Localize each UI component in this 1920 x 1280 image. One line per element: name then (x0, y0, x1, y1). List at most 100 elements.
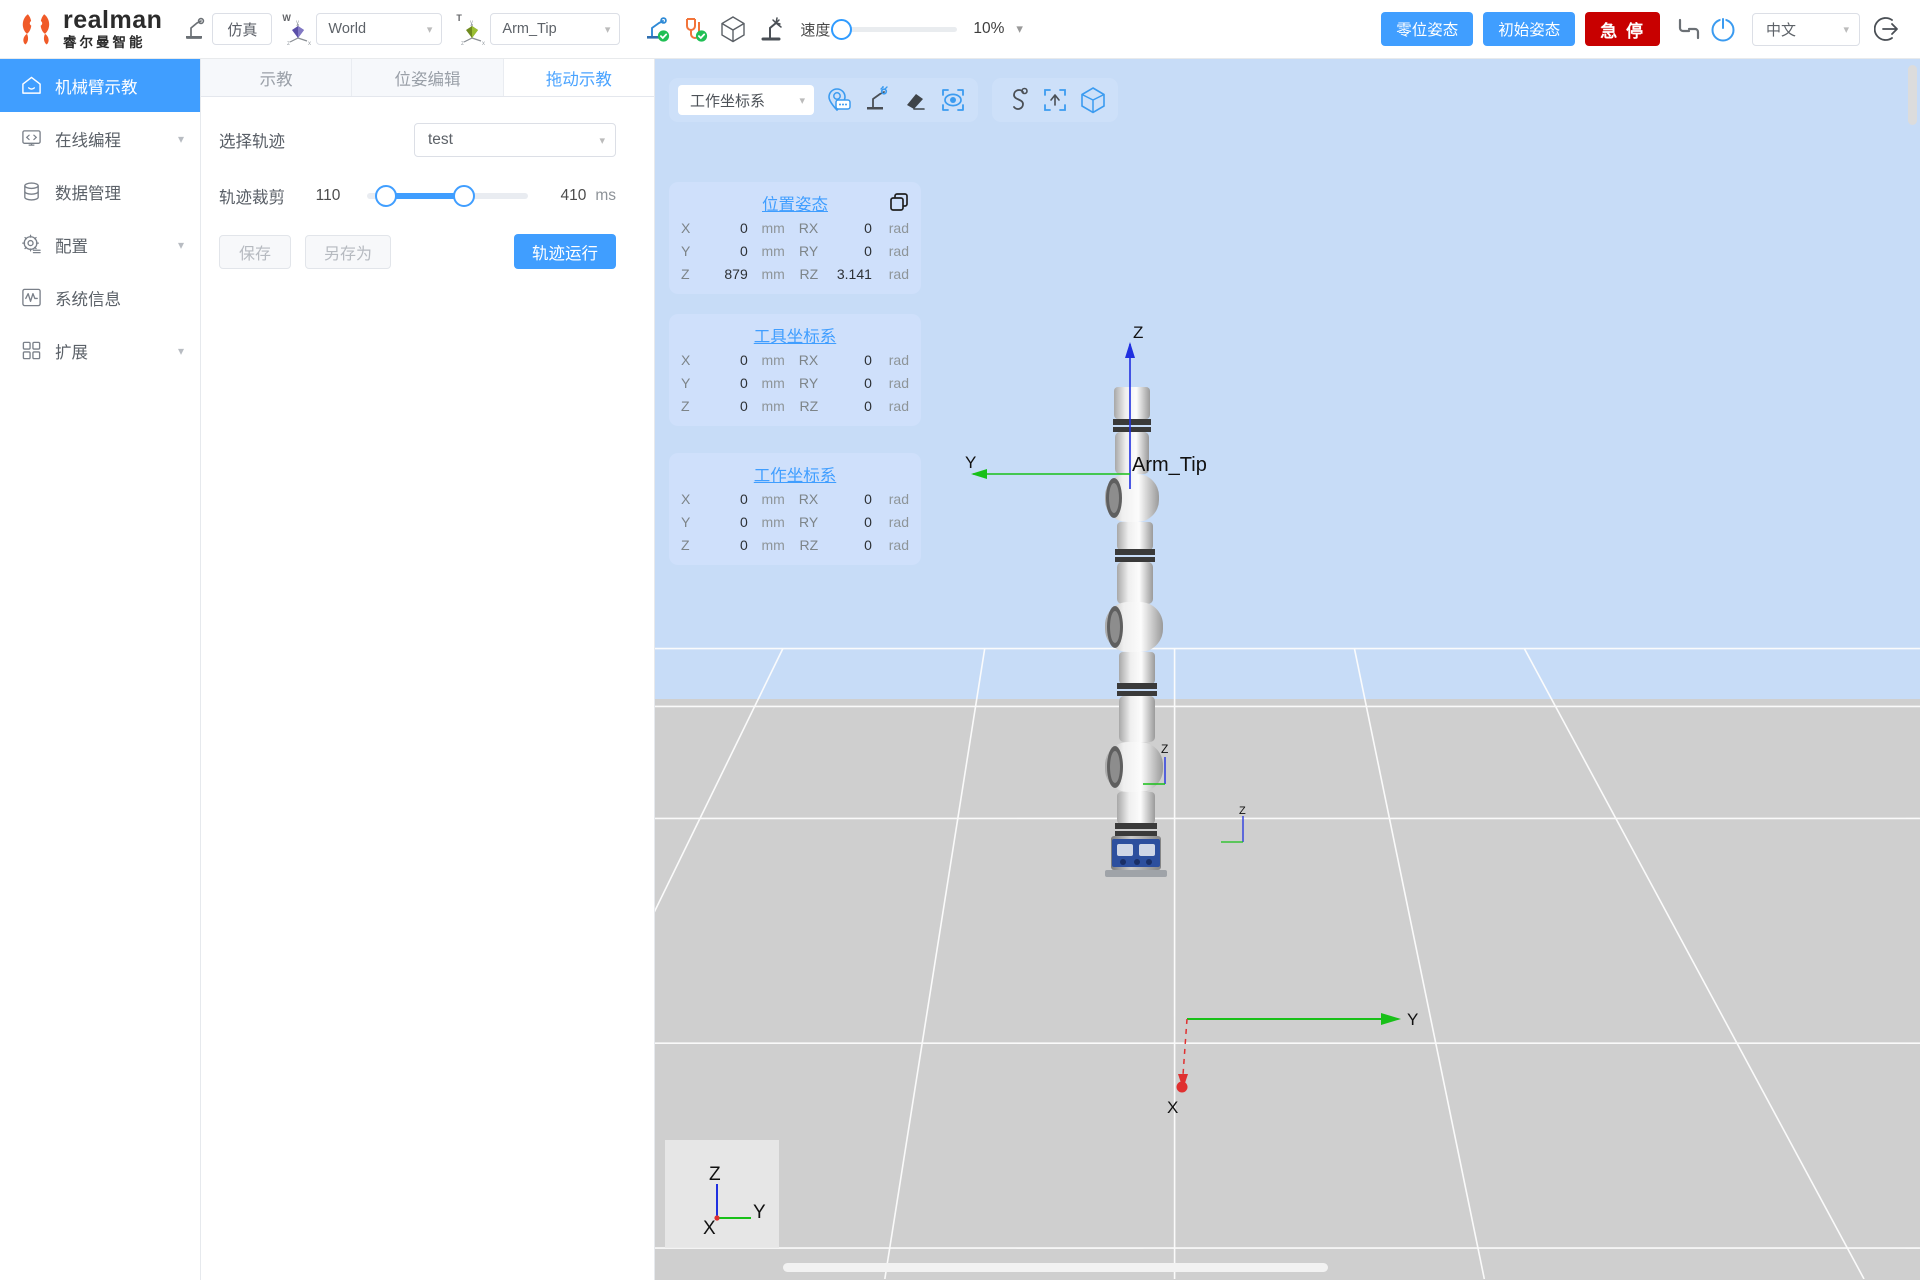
pose-card-position: 位置姿态 X 0 mm RX 0 rad Y 0 mm RY 0 rad Z 8… (669, 182, 921, 294)
card-title[interactable]: 工具坐标系 (754, 323, 837, 347)
logout-icon[interactable] (1872, 12, 1906, 46)
axis-value: 0 (739, 537, 748, 553)
chevron-down-icon: ▾ (426, 23, 433, 36)
coordinate-info-icon[interactable] (823, 84, 855, 116)
sidebar-item-label: 机械臂示教 (55, 78, 138, 97)
rot-label: RZ (799, 537, 819, 553)
viewport-horizontal-scrollbar[interactable] (783, 1263, 1898, 1272)
tool-axis-icon: T y z x (456, 12, 486, 46)
card-header: 工作坐标系 (681, 462, 909, 486)
focus-eye-icon[interactable] (937, 84, 969, 116)
rot-unit: rad (888, 491, 909, 507)
save-as-button[interactable]: 另存为 (305, 234, 392, 269)
axis-label: Z (681, 537, 690, 553)
world-frame-select[interactable]: World ▾ (316, 13, 443, 45)
collision-icon[interactable] (754, 12, 788, 46)
save-button[interactable]: 保存 (219, 234, 291, 269)
cable-connected-icon[interactable] (678, 12, 712, 46)
tcp-axis-gizmo: Z Y (965, 324, 1143, 489)
status-icon-group (640, 12, 788, 46)
copy-icon[interactable] (889, 192, 909, 217)
svg-text:Z: Z (1133, 324, 1143, 342)
language-select[interactable]: 中文 ▾ (1752, 12, 1860, 46)
viewport-view-group (992, 78, 1118, 122)
trajectory-select[interactable]: test ▾ (414, 123, 616, 157)
robot-arm-icon[interactable] (178, 12, 212, 46)
fit-view-icon[interactable] (1039, 84, 1071, 116)
rot-unit: rad (888, 243, 909, 259)
joint-axis-marker-2: Z (1221, 805, 1246, 843)
svg-text:Y: Y (753, 1202, 766, 1223)
run-trajectory-button[interactable]: 轨迹运行 (514, 234, 616, 269)
scrollbar-thumb[interactable] (1908, 65, 1917, 125)
coord-row: X 0 mm RX 0 rad (681, 218, 909, 238)
simulation-mode-button[interactable]: 仿真 (212, 13, 273, 45)
viewport-frame-select[interactable]: 工作坐标系 ▾ (678, 85, 814, 115)
tab-teach[interactable]: 示教 (201, 59, 353, 96)
coord-row: Z 0 mm RZ 0 rad (681, 396, 909, 416)
trim-max-value: 410 (560, 187, 587, 204)
rot-label: RY (798, 514, 819, 530)
sidebar: 机械臂示教 在线编程 ▾ 数据管理 配置 ▾ 系统信息 扩展 ▾ (0, 59, 201, 1280)
axis-unit: mm (761, 220, 785, 236)
axis-label: X (681, 491, 691, 507)
trajectory-label: 选择轨迹 (219, 133, 285, 151)
trajectory-value: test (428, 131, 453, 148)
rot-label: RZ (799, 266, 819, 282)
tool-frame-group: T y z x Arm_Tip ▾ (456, 12, 628, 46)
rot-value: 0 (864, 243, 872, 259)
axis-value: 0 (739, 375, 748, 391)
svg-text:Z: Z (1239, 805, 1246, 817)
tcp-label: Arm_Tip (1132, 454, 1207, 476)
coord-row: Y 0 mm RY 0 rad (681, 373, 909, 393)
tool-frame-select[interactable]: Arm_Tip ▾ (490, 13, 621, 45)
rot-value: 0 (864, 491, 872, 507)
eraser-icon[interactable] (899, 84, 931, 116)
sidebar-item-data-management[interactable]: 数据管理 (0, 165, 200, 218)
trim-range-slider[interactable] (367, 185, 529, 207)
sidebar-item-extensions[interactable]: 扩展 ▾ (0, 324, 200, 377)
sidebar-item-configuration[interactable]: 配置 ▾ (0, 218, 200, 271)
scrollbar-thumb[interactable] (783, 1263, 1328, 1272)
tab-pose-edit[interactable]: 位姿编辑 (352, 59, 504, 96)
tab-drag-teach[interactable]: 拖动示教 (503, 59, 654, 96)
sidebar-item-system-info[interactable]: 系统信息 (0, 271, 200, 324)
viewport-vertical-scrollbar[interactable] (1908, 65, 1917, 1250)
navigation-axis-widget[interactable]: Z Y X (665, 1140, 779, 1248)
emergency-stop-button[interactable]: 急 停 (1585, 12, 1660, 46)
chevron-down-icon: ▾ (177, 237, 184, 252)
svg-text:Y: Y (1407, 1010, 1418, 1029)
chevron-down-icon: ▾ (604, 23, 611, 36)
robot-model-icon[interactable] (861, 84, 893, 116)
view-cube-icon[interactable] (1077, 84, 1109, 116)
axis-unit: mm (761, 537, 785, 553)
joint-icon[interactable] (1672, 12, 1706, 46)
arm-connected-icon[interactable] (640, 12, 674, 46)
sidebar-item-online-programming[interactable]: 在线编程 ▾ (0, 112, 200, 165)
sidebar-item-robot-teach[interactable]: 机械臂示教 (0, 59, 200, 112)
trajectory-path-icon[interactable] (1001, 84, 1033, 116)
zero-pose-button[interactable]: 零位姿态 (1381, 12, 1474, 46)
svg-text:y: y (470, 20, 473, 26)
speed-slider[interactable] (831, 18, 958, 40)
trim-range-handle-min[interactable] (375, 185, 398, 207)
chevron-down-icon: ▾ (177, 343, 184, 358)
axis-value: 0 (739, 491, 748, 507)
home-icon (20, 75, 42, 97)
card-title[interactable]: 位置姿态 (762, 191, 828, 215)
panel-tabs: 示教 位姿编辑 拖动示教 (201, 59, 654, 97)
power-icon[interactable] (1706, 12, 1740, 46)
cube-icon[interactable] (716, 12, 750, 46)
axis-value: 0 (739, 398, 748, 414)
trim-range-handle-max[interactable] (452, 185, 475, 207)
robot-3d-viewport[interactable]: Z Y Arm_Tip Z Z Y X 工作坐标系 ▾ 位置姿态 X 0 mm … (655, 59, 1920, 1280)
card-title[interactable]: 工作坐标系 (754, 462, 837, 486)
axis-value: 0 (739, 243, 748, 259)
panel-button-row: 保存 另存为 轨迹运行 (219, 234, 616, 269)
speed-slider-handle[interactable] (831, 18, 853, 40)
coord-row: Z 879 mm RZ 3.141 rad (681, 264, 909, 284)
grid-blocks-icon (20, 340, 42, 362)
init-pose-button[interactable]: 初始姿态 (1483, 12, 1576, 46)
svg-text:y: y (296, 20, 299, 26)
chevron-down-icon[interactable]: ▾ (1016, 21, 1023, 37)
